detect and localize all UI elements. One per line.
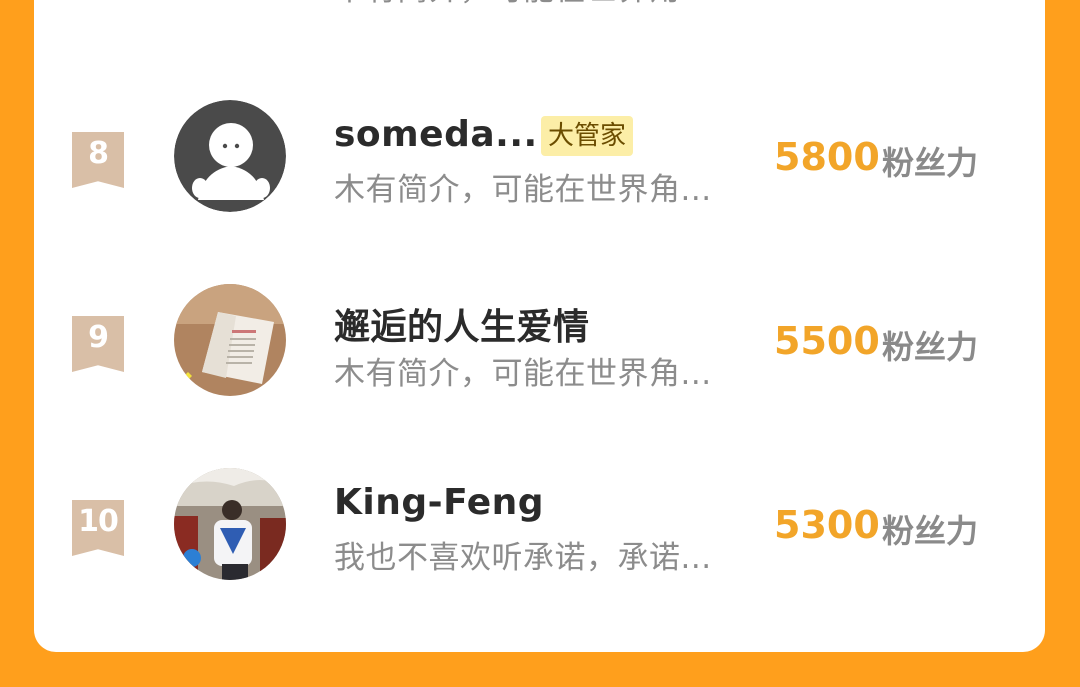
avatar[interactable] <box>174 284 286 396</box>
book-photo <box>174 284 286 396</box>
fan-score-unit: 粉丝力 <box>882 144 979 182</box>
rank-badge: 10 <box>72 500 124 556</box>
fan-score: 5500 <box>774 319 880 363</box>
list-item[interactable]: 10 King-Feng 我也不喜欢听承诺，承诺... 5300 粉丝力 <box>34 468 1045 628</box>
user-name[interactable]: 邂逅的人生爱情 <box>334 298 590 350</box>
user-bio: 我也不喜欢听承诺，承诺... <box>334 540 712 576</box>
rank-number: 9 <box>88 320 109 355</box>
ranking-card: 木有简介，可能在世界角... 8 someda... 大管家 木有简介，可能在世… <box>34 0 1045 652</box>
rank-badge: 9 <box>72 316 124 372</box>
list-item[interactable]: 木有简介，可能在世界角... <box>34 0 1045 40</box>
user-name[interactable]: someda... <box>334 114 538 155</box>
user-bio: 木有简介，可能在世界角... <box>334 172 712 208</box>
default-user-icon <box>174 100 286 212</box>
fan-score: 5800 <box>774 135 880 179</box>
list-item[interactable]: 8 someda... 大管家 木有简介，可能在世界角... 5800 粉丝力 <box>34 100 1045 260</box>
avatar[interactable] <box>174 100 286 212</box>
rank-number: 10 <box>78 504 119 539</box>
person-photo <box>174 468 286 580</box>
user-bio: 木有简介，可能在世界角... <box>334 0 712 9</box>
rank-badge: 8 <box>72 132 124 188</box>
list-item[interactable]: 9 邂逅的人生爱情 木有简介，可能在世界角... 5500 粉丝力 <box>34 284 1045 444</box>
rank-number: 8 <box>88 136 109 171</box>
fan-score: 5300 <box>774 503 880 547</box>
fan-score-unit: 粉丝力 <box>882 512 979 550</box>
fan-score-unit: 粉丝力 <box>882 328 979 366</box>
user-bio: 木有简介，可能在世界角... <box>334 356 712 392</box>
role-badge: 大管家 <box>541 116 634 156</box>
avatar[interactable] <box>174 468 286 580</box>
user-name[interactable]: King-Feng <box>334 482 544 523</box>
